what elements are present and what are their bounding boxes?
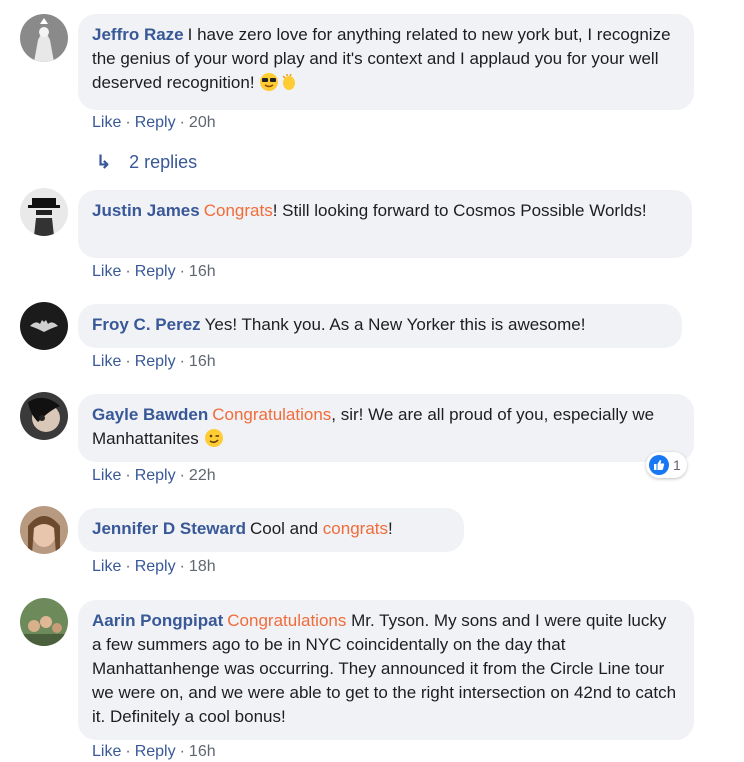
timestamp[interactable]: 16h [189,263,216,280]
reply-link[interactable]: Reply [135,263,176,280]
like-reaction-icon [649,455,669,475]
like-link[interactable]: Like [92,558,121,575]
comment-text: ! [388,519,393,538]
reply-link[interactable]: Reply [135,114,176,131]
reaction-summary[interactable]: 1 [646,452,687,478]
timestamp[interactable]: 16h [189,353,216,370]
comment-text: Yes! Thank you. As a New Yorker this is … [204,315,586,334]
winking-face-emoji [204,428,224,455]
timestamp[interactable]: 22h [189,467,216,484]
like-link[interactable]: Like [92,467,121,484]
avatar[interactable] [20,506,68,554]
like-link[interactable]: Like [92,263,121,280]
reaction-count: 1 [673,457,681,473]
like-link[interactable]: Like [92,114,121,131]
highlighted-word[interactable]: congrats [323,519,388,538]
like-link[interactable]: Like [92,353,121,370]
comment-bubble: Aarin Pongpipat Congratulations Mr. Tyson… [78,600,694,740]
avatar[interactable] [20,392,68,440]
avatar[interactable] [20,188,68,236]
comment-author[interactable]: Jeffro Raze [92,25,184,44]
comment-author[interactable]: Jennifer D Steward [92,519,246,538]
comment-author[interactable]: Aarin Pongpipat [92,611,223,630]
comment-actions: Like · Reply · 16h [92,353,216,370]
replies-label[interactable]: 2 replies [129,152,197,172]
reply-link[interactable]: Reply [135,558,176,575]
comment-author[interactable]: Gayle Bawden [92,405,208,424]
reply-link[interactable]: Reply [135,467,176,484]
reply-link[interactable]: Reply [135,353,176,370]
comment-actions: Like · Reply · 18h [92,558,216,575]
comment-bubble: Jennifer D Steward Cool and congrats! [78,508,464,552]
sunglasses-emoji [259,72,279,99]
comment-actions: Like · Reply · 16h [92,263,216,280]
avatar[interactable] [20,598,68,646]
avatar[interactable] [20,14,68,62]
comment-actions: Like · Reply · 16h [92,743,216,760]
clapping-hands-emoji [279,72,299,99]
comment-text: ! Still looking forward to Cosmos Possib… [272,201,647,220]
highlighted-word[interactable]: Congrats [204,201,273,220]
comment-bubble: Jeffro Raze I have zero love for anything… [78,14,694,110]
view-replies-link[interactable]: ↳ 2 replies [96,152,197,173]
highlighted-word[interactable]: Congratulations [212,405,331,424]
reply-arrow-icon: ↳ [96,152,112,172]
avatar[interactable] [20,302,68,350]
comment-actions: Like · Reply · 22h [92,467,216,484]
timestamp[interactable]: 16h [189,743,216,760]
like-link[interactable]: Like [92,743,121,760]
reply-link[interactable]: Reply [135,743,176,760]
comment-text-before: Cool and [250,519,319,538]
comment-author[interactable]: Justin James [92,201,200,220]
timestamp[interactable]: 20h [189,114,216,131]
comment-bubble: Justin James Congrats! Still looking forw… [78,190,692,258]
comment-actions: Like · Reply · 20h [92,114,216,131]
comment-author[interactable]: Froy C. Perez [92,315,201,334]
timestamp[interactable]: 18h [189,558,216,575]
comment-bubble: Gayle Bawden Congratulations, sir! We are… [78,394,694,462]
comment-bubble: Froy C. Perez Yes! Thank you. As a New Yo… [78,304,682,348]
highlighted-word[interactable]: Congratulations [227,611,346,630]
